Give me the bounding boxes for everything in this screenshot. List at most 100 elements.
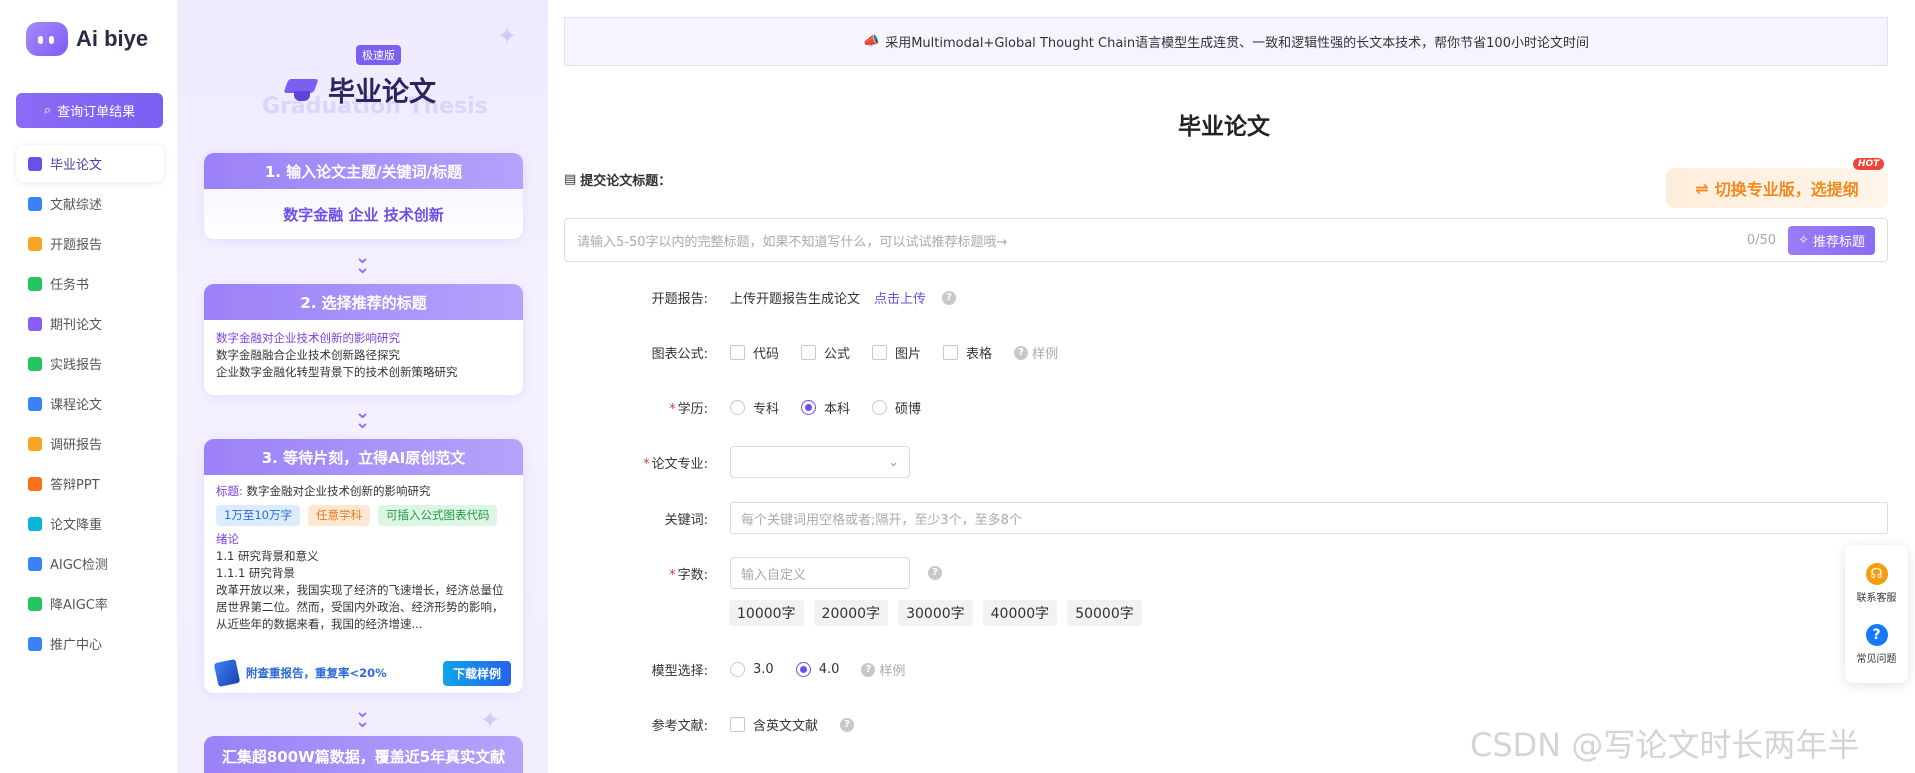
chevron-down-icon: ⌄ ⌄ [355, 247, 371, 278]
image-checkbox[interactable]: 图片 [872, 343, 921, 362]
brand-name: Ai biye [76, 26, 149, 51]
sidebar-item-journal[interactable]: 期刊论文 [16, 305, 164, 342]
sidebar-item-task-book[interactable]: 任务书 [16, 265, 164, 302]
model-sample-link[interactable]: ? 样例 [861, 660, 905, 679]
upload-link[interactable]: 点击上传 [874, 288, 926, 307]
radio[interactable] [872, 400, 888, 415]
chevron-down-icon: ⌄ [888, 454, 899, 470]
sidebar-item-ppt[interactable]: 答辩PPT [16, 465, 164, 502]
sample-sub-heading: 1.1.1 研究背景 [216, 566, 295, 580]
help-icon[interactable]: ? [942, 290, 957, 305]
title-input[interactable]: 请输入5-50字以内的完整标题，如果不知道写什么，可以试试推荐标题哦→ 0/50… [564, 218, 1888, 262]
sidebar-item-thesis[interactable]: 毕业论文 [16, 145, 164, 182]
checkbox[interactable] [943, 345, 959, 360]
watermark: CSDN @写论文时长两年半 [1470, 726, 1860, 764]
word-count-row: * 字数: 输入自定义 ? [600, 557, 942, 589]
english-references-checkbox[interactable]: 含英文文献 [730, 715, 818, 734]
char-counter: 0/50 [1746, 232, 1777, 248]
word-count-chip[interactable]: 30000字 [898, 600, 973, 626]
survey-icon [28, 436, 42, 451]
help-icon[interactable]: ? [840, 717, 855, 732]
code-checkbox[interactable]: 代码 [730, 343, 779, 362]
radio[interactable] [730, 400, 745, 415]
degree-option-master[interactable]: 硕博 [872, 398, 921, 417]
recommended-title: 企业数字金融化转型背景下的技术创新策略研究 [216, 365, 458, 379]
sample-paragraph: 改革开放以来，我国实现了经济的飞速增长，经济总量位居世界第二位。然而，受国内外政… [216, 583, 504, 631]
checkbox[interactable] [730, 717, 745, 732]
proposal-label: 开题报告: [651, 292, 708, 307]
question-icon: ? [1865, 624, 1888, 646]
headset-icon: ☊ [1865, 563, 1888, 585]
sidebar: Ai biye ⌕ 查询订单结果 毕业论文 文献综述 开题报告 任务书 期刊论文… [0, 0, 178, 773]
promotion-icon [28, 636, 42, 651]
recommended-title: 数字金融对企业技术创新的影响研究 [216, 331, 400, 345]
help-icon[interactable]: ? [928, 566, 942, 580]
report-icon [28, 236, 42, 251]
keywords-input[interactable]: 每个关键词用空格或者;隔开，至少3个，至多8个 [730, 502, 1888, 534]
sidebar-item-aigc-reduce[interactable]: 降AIGC率 [16, 585, 164, 622]
word-count-chip[interactable]: 40000字 [982, 600, 1058, 626]
banner-text: 采用Multimodal+Global Thought Chain语言模型生成连… [885, 36, 1589, 51]
submit-title-label: ▤ 提交论文标题： [564, 172, 672, 189]
customer-service-button[interactable]: ☊ 联系客服 [1857, 563, 1897, 604]
major-select[interactable]: ⌄ [730, 446, 910, 478]
recommend-title-button[interactable]: ✧ 推荐标题 [1788, 225, 1875, 255]
proposal-text: 上传开题报告生成论文 [730, 292, 861, 307]
book-icon [213, 658, 241, 688]
references-row: 参考文献: 含英文文献 ? [600, 715, 855, 734]
word-count-chips: 10000字 20000字 30000字 40000字 50000字 [729, 600, 1142, 626]
checkbox[interactable] [730, 345, 745, 360]
word-count-input[interactable]: 输入自定义 [730, 557, 910, 589]
checklist-icon [28, 276, 42, 291]
title-placeholder: 请输入5-50字以内的完整标题，如果不知道写什么，可以试试推荐标题哦→ [577, 234, 1008, 250]
radio-selected[interactable] [795, 662, 811, 677]
radio-selected[interactable] [801, 400, 817, 415]
sidebar-item-survey[interactable]: 调研报告 [16, 425, 164, 462]
help-icon: ? [1014, 345, 1029, 360]
feature-chip: 任意学科 [307, 505, 370, 526]
figures-label: 图表公式: [651, 347, 708, 362]
chevron-down-icon: ⌄ ⌄ [355, 402, 371, 433]
document-icon [28, 196, 42, 211]
table-checkbox[interactable]: 表格 [943, 343, 992, 362]
word-count-chip[interactable]: 10000字 [729, 600, 804, 626]
sample-title: 数字金融对企业技术创新的影响研究 [246, 484, 431, 498]
checkbox[interactable] [801, 345, 817, 360]
sidebar-item-practice[interactable]: 实践报告 [16, 345, 164, 382]
sidebar-item-proposal[interactable]: 开题报告 [16, 225, 164, 262]
nav-list: 毕业论文 文献综述 开题报告 任务书 期刊论文 实践报告 课程论文 调研报告 答… [16, 145, 164, 665]
degree-option-junior[interactable]: 专科 [730, 398, 779, 417]
switch-pro-button[interactable]: ⇌ 切换专业版，选提纲 [1666, 168, 1888, 208]
query-order-button[interactable]: ⌕ 查询订单结果 [16, 93, 163, 128]
formula-checkbox[interactable]: 公式 [801, 343, 850, 362]
checkbox[interactable] [872, 345, 888, 360]
sidebar-item-reduce[interactable]: 论文降重 [16, 505, 164, 542]
download-sample-button[interactable]: 下载样例 [442, 660, 511, 686]
sidebar-item-literature-review[interactable]: 文献综述 [16, 185, 164, 222]
sidebar-item-course[interactable]: 课程论文 [16, 385, 164, 422]
feature-chip: 1万至10万字 [216, 505, 300, 526]
speed-badge: 极速版 [356, 45, 401, 65]
search-icon: ⌕ [43, 103, 52, 118]
model-label: 模型选择: [651, 664, 708, 679]
figures-sample-link[interactable]: ? 样例 [1014, 343, 1058, 362]
radio[interactable] [730, 662, 745, 677]
degree-option-bachelor[interactable]: 本科 [801, 398, 850, 417]
logo[interactable]: Ai biye [26, 22, 148, 56]
step-2-list: 数字金融对企业技术创新的影响研究 数字金融融合企业技术创新路径探究 企业数字金融… [204, 320, 523, 391]
word-count-chip[interactable]: 50000字 [1067, 600, 1142, 626]
faq-button[interactable]: ? 常见问题 [1857, 624, 1897, 665]
promo-title: 毕业论文 [284, 70, 436, 109]
aigc-reduce-icon [28, 596, 42, 611]
sidebar-item-aigc-detect[interactable]: AIGC检测 [16, 545, 164, 582]
journal-icon [28, 316, 42, 331]
keywords-row: 关键词: 每个关键词用空格或者;隔开，至少3个，至多8个 [600, 502, 1888, 534]
sparkle-icon: ✦ [497, 22, 518, 50]
sidebar-item-promotion[interactable]: 推广中心 [16, 625, 164, 662]
graduation-cap-icon [284, 75, 320, 105]
proposal-row: 开题报告: 上传开题报告生成论文 点击上传 ? [600, 288, 957, 307]
model-option-4[interactable]: 4.0 [795, 662, 839, 677]
word-count-chip[interactable]: 20000字 [813, 600, 889, 626]
step-3-card: 3. 等待片刻，立得AI原创范文 标题: 数字金融对企业技术创新的影响研究 1万… [204, 439, 523, 693]
model-option-3[interactable]: 3.0 [730, 662, 774, 677]
